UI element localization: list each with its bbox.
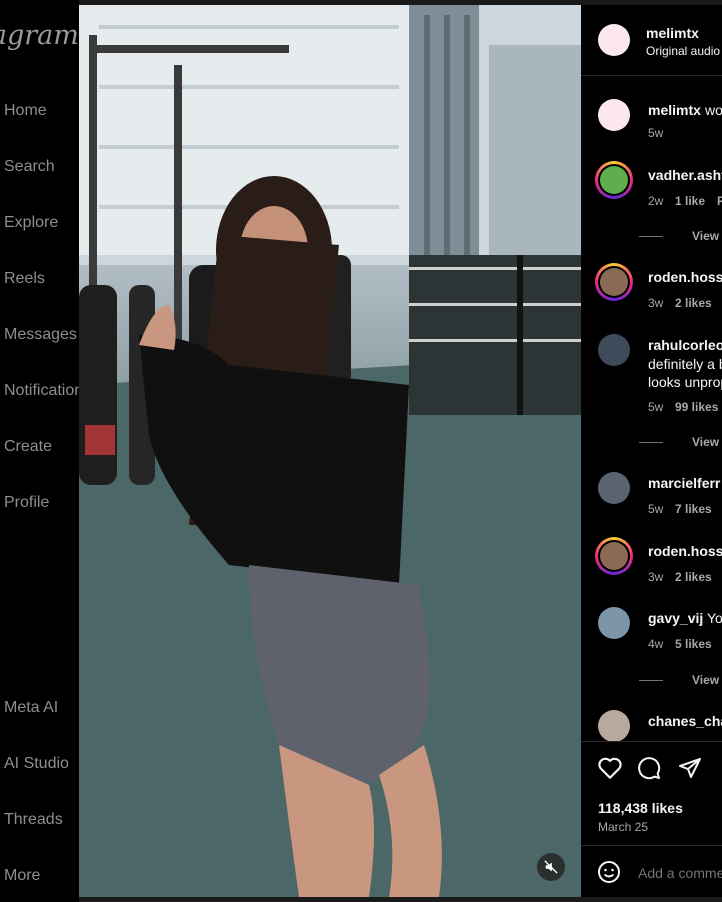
sidebar: tagram Home Search Explore Reels Message…	[0, 0, 79, 902]
divider	[639, 442, 663, 443]
comment-likes[interactable]: 5 likes	[675, 637, 712, 651]
caption-avatar[interactable]	[598, 99, 630, 131]
mute-button[interactable]	[537, 853, 565, 881]
add-comment-bar: Add a comme	[581, 845, 722, 897]
comment-username[interactable]: rahulcorleo	[648, 337, 722, 353]
post-panel: melimtx Original audio melimtx wo 5w vad…	[581, 5, 722, 897]
author-username[interactable]: melimtx	[646, 25, 699, 41]
comment-icon[interactable]	[637, 756, 661, 780]
view-replies-button[interactable]: View	[692, 435, 719, 449]
comment-avatar[interactable]	[598, 472, 630, 504]
comment-username[interactable]: vadher.asht	[648, 167, 722, 183]
likes-count[interactable]: 118,438 likes	[598, 800, 683, 816]
comment-avatar[interactable]	[598, 334, 630, 366]
reel-video[interactable]	[79, 5, 581, 897]
comment-time: 5w	[648, 400, 664, 414]
heart-icon[interactable]	[597, 756, 623, 780]
comment-avatar[interactable]	[595, 263, 633, 301]
comment-username[interactable]: roden.hoss	[648, 543, 722, 559]
share-icon[interactable]	[678, 756, 702, 780]
instagram-logo[interactable]: tagram	[0, 20, 79, 51]
nav-profile[interactable]: Profile	[4, 494, 49, 512]
post-actions: 118,438 likes March 25	[581, 741, 722, 846]
view-replies-button[interactable]: View	[692, 229, 719, 243]
divider	[639, 680, 663, 681]
comment-username[interactable]: roden.hoss	[648, 269, 722, 285]
emoji-icon[interactable]	[597, 860, 621, 884]
nav-notifications[interactable]: Notification	[4, 382, 79, 400]
nav-threads[interactable]: Threads	[4, 811, 63, 829]
comment-time: 2w	[648, 194, 664, 208]
comment-avatar[interactable]	[595, 537, 633, 575]
nav-messages[interactable]: Messages	[4, 326, 77, 344]
comment-text: looks unprop	[648, 374, 722, 390]
comment-time: 4w	[648, 637, 664, 651]
speaker-muted-icon	[544, 860, 558, 874]
divider	[639, 236, 663, 237]
comment-avatar[interactable]	[598, 607, 630, 639]
audio-label[interactable]: Original audio	[646, 44, 720, 58]
nav-ai-studio[interactable]: AI Studio	[4, 755, 69, 773]
nav-search[interactable]: Search	[4, 158, 55, 176]
post-header: melimtx Original audio	[581, 5, 722, 76]
comment-username[interactable]: marcielferr	[648, 475, 720, 491]
modal-backdrop[interactable]	[79, 897, 722, 902]
comment-text: definitely a b	[648, 356, 722, 372]
reply-button[interactable]: R	[717, 194, 722, 208]
view-replies-button[interactable]: View	[692, 673, 719, 687]
caption-text: wo	[705, 102, 722, 118]
comment-text: Yo	[707, 610, 722, 626]
nav-home[interactable]: Home	[4, 102, 47, 120]
comment-avatar[interactable]	[598, 710, 630, 742]
nav-reels[interactable]: Reels	[4, 270, 45, 288]
comment-likes[interactable]: 1 like	[675, 194, 705, 208]
comment-time: 5w	[648, 502, 664, 516]
comment-likes[interactable]: 99 likes	[675, 400, 718, 414]
nav-meta-ai[interactable]: Meta AI	[4, 699, 58, 717]
comment-time: 3w	[648, 296, 664, 310]
comment-avatar[interactable]	[595, 161, 633, 199]
caption-time: 5w	[648, 126, 664, 140]
comment-username[interactable]: gavy_vij	[648, 610, 703, 626]
comment-likes[interactable]: 7 likes	[675, 502, 712, 516]
nav-create[interactable]: Create	[4, 438, 52, 456]
comment-likes[interactable]: 2 likes	[675, 296, 712, 310]
nav-more[interactable]: More	[4, 867, 40, 885]
nav-explore[interactable]: Explore	[4, 214, 58, 232]
post-date: March 25	[598, 820, 649, 834]
comment-username[interactable]: chanes_cha	[648, 713, 722, 729]
author-avatar[interactable]	[598, 24, 630, 56]
video-frame-image	[79, 5, 581, 897]
comment-time: 3w	[648, 570, 664, 584]
comment-likes[interactable]: 2 likes	[675, 570, 712, 584]
comment-input[interactable]: Add a comme	[638, 865, 722, 881]
caption-username[interactable]: melimtx	[648, 102, 701, 118]
